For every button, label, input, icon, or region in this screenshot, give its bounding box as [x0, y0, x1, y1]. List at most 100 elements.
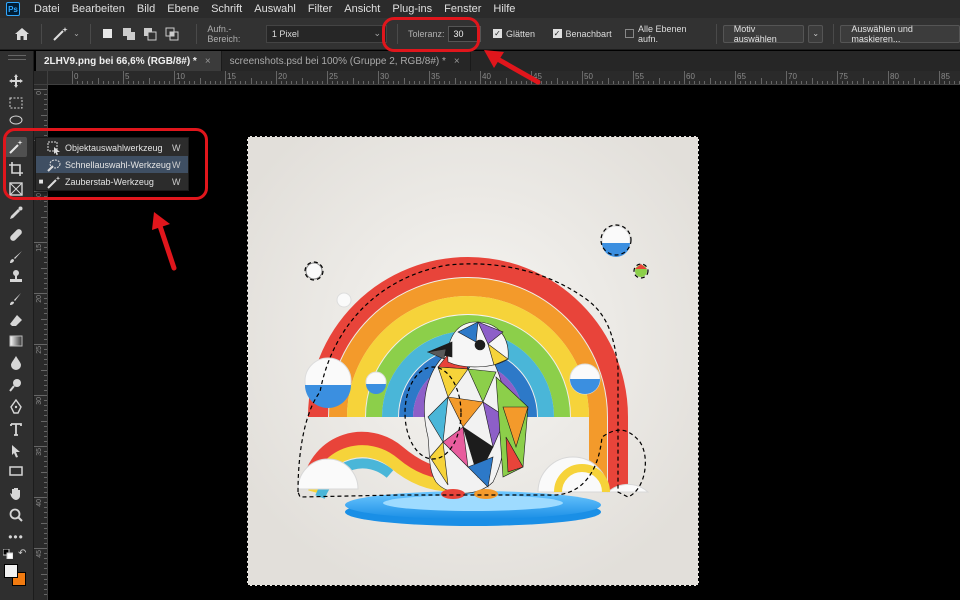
tab-label: 2LHV9.png bei 66,6% (RGB/8#) * — [44, 55, 197, 67]
separator — [40, 23, 42, 44]
photoshop-logo[interactable]: Ps — [6, 2, 20, 16]
ruler-label: 60 — [686, 72, 695, 81]
gradient-icon — [9, 335, 23, 347]
subtract-selection-button[interactable] — [143, 26, 158, 42]
foreground-color-swatch[interactable] — [4, 564, 18, 578]
separator — [196, 23, 198, 44]
stamp-tool[interactable] — [5, 267, 27, 287]
ruler-minor-tick — [41, 522, 47, 524]
menu-auswahl[interactable]: Auswahl — [248, 0, 302, 18]
ruler-label: 35 — [36, 448, 43, 456]
all-layers-checkbox[interactable]: Alle Ebenen aufn. — [625, 24, 705, 44]
ruler-tick — [34, 89, 47, 90]
ruler-tick — [276, 71, 277, 84]
brush-tool[interactable] — [5, 247, 27, 267]
contiguous-checkbox[interactable]: ✓ Benachbart — [552, 28, 612, 39]
move-tool[interactable] — [5, 71, 27, 91]
menu-ansicht[interactable]: Ansicht — [338, 0, 386, 18]
healing-brush-tool[interactable] — [5, 225, 27, 245]
close-icon[interactable]: × — [205, 56, 211, 67]
select-and-mask-button[interactable]: Auswählen und maskieren... — [840, 24, 960, 44]
menu-filter[interactable]: Filter — [302, 0, 338, 18]
ruler-label: 25 — [329, 72, 338, 81]
ruler-minor-tick — [41, 369, 47, 371]
annotation-arrow-icon — [484, 50, 541, 85]
tool-preset-picker[interactable]: ⌄ — [48, 23, 84, 45]
healing-brush-icon — [10, 229, 22, 241]
ruler-minor-tick — [658, 78, 660, 84]
tab-document-2[interactable]: screenshots.psd bei 100% (Gruppe 2, RGB/… — [222, 51, 471, 71]
gradient-tool[interactable] — [5, 331, 27, 351]
contiguous-label: Benachbart — [565, 28, 612, 39]
type-tool[interactable] — [5, 419, 27, 439]
brush-icon — [10, 251, 22, 263]
menu-ebene[interactable]: Ebene — [161, 0, 205, 18]
select-subject-button[interactable]: Motiv auswählen — [722, 24, 805, 44]
separator — [715, 23, 717, 44]
rectangle-tool[interactable] — [5, 461, 27, 481]
antialias-checkbox[interactable]: ✓ Glätten — [492, 29, 535, 39]
path-selection-tool[interactable] — [5, 441, 27, 461]
checkmark-icon: ✓ — [552, 28, 562, 38]
document-canvas[interactable] — [247, 136, 699, 586]
blur-icon — [11, 356, 21, 370]
tab-document-1[interactable]: 2LHV9.png bei 66,6% (RGB/8#) * × — [36, 51, 222, 71]
pen-icon — [10, 399, 22, 414]
ruler-tick — [429, 71, 430, 84]
ruler-tick — [378, 71, 379, 84]
dodge-icon — [9, 379, 21, 392]
marquee-tool[interactable] — [5, 93, 27, 113]
home-button[interactable] — [10, 24, 35, 44]
ruler-label: 20 — [36, 295, 43, 303]
ruler-tick — [633, 71, 634, 84]
ruler-label: 70 — [788, 72, 797, 81]
ruler-origin[interactable] — [34, 71, 48, 85]
add-selection-button[interactable] — [121, 26, 136, 42]
menu-bearbeiten[interactable]: Bearbeiten — [66, 0, 131, 18]
ruler-minor-tick — [607, 78, 609, 84]
ruler-minor-tick — [41, 471, 47, 473]
intersect-selection-button[interactable] — [164, 26, 179, 42]
lasso-tool[interactable] — [5, 115, 27, 125]
menu-datei[interactable]: Datei — [28, 0, 66, 18]
dodge-tool[interactable] — [5, 375, 27, 395]
menu-schrift[interactable]: Schrift — [205, 0, 248, 18]
menu-fenster[interactable]: Fenster — [438, 0, 487, 18]
add-selection-icon — [123, 27, 136, 40]
close-icon[interactable]: × — [454, 56, 460, 67]
blur-tool[interactable] — [5, 353, 27, 373]
swap-colors-icon[interactable]: ↶ — [18, 548, 26, 559]
annotation-flyout-highlight — [3, 128, 208, 200]
subject-options-button[interactable]: ⌄ — [808, 24, 824, 43]
pen-tool[interactable] — [5, 397, 27, 417]
chevron-down-icon: ⌄ — [812, 29, 820, 38]
ruler-label: 30 — [380, 72, 389, 81]
default-colors-icon[interactable] — [2, 548, 14, 562]
sample-size-select[interactable]: 1 Pixel ⌄ — [265, 24, 387, 43]
ruler-label: 0 — [74, 72, 79, 81]
toolbar-grip[interactable] — [8, 55, 26, 60]
menu-bild[interactable]: Bild — [131, 0, 161, 18]
eraser-tool[interactable] — [5, 311, 27, 331]
ruler-minor-tick — [760, 78, 762, 84]
ruler-label: 25 — [36, 346, 43, 354]
ruler-tick — [939, 71, 940, 84]
ruler-label: 80 — [890, 72, 899, 81]
hand-tool[interactable] — [5, 483, 27, 503]
more-tools-icon: ••• — [8, 530, 24, 544]
more-tools-button[interactable]: ••• — [5, 527, 27, 547]
ruler-minor-tick — [41, 420, 47, 422]
ruler-minor-tick — [41, 216, 47, 218]
eyedropper-tool[interactable] — [5, 203, 27, 223]
move-icon — [9, 74, 23, 88]
menu-hilfe[interactable]: Hilfe — [487, 0, 521, 18]
menu-plugins[interactable]: Plug-ins — [386, 0, 438, 18]
ruler-label: 5 — [125, 72, 130, 81]
zoom-tool[interactable] — [5, 505, 27, 525]
separator — [90, 23, 92, 44]
intersect-selection-icon — [165, 27, 179, 40]
ruler-tick — [72, 71, 73, 84]
history-brush-tool[interactable] — [5, 289, 27, 309]
new-selection-button[interactable] — [100, 26, 115, 42]
ruler-label: 10 — [176, 72, 185, 81]
